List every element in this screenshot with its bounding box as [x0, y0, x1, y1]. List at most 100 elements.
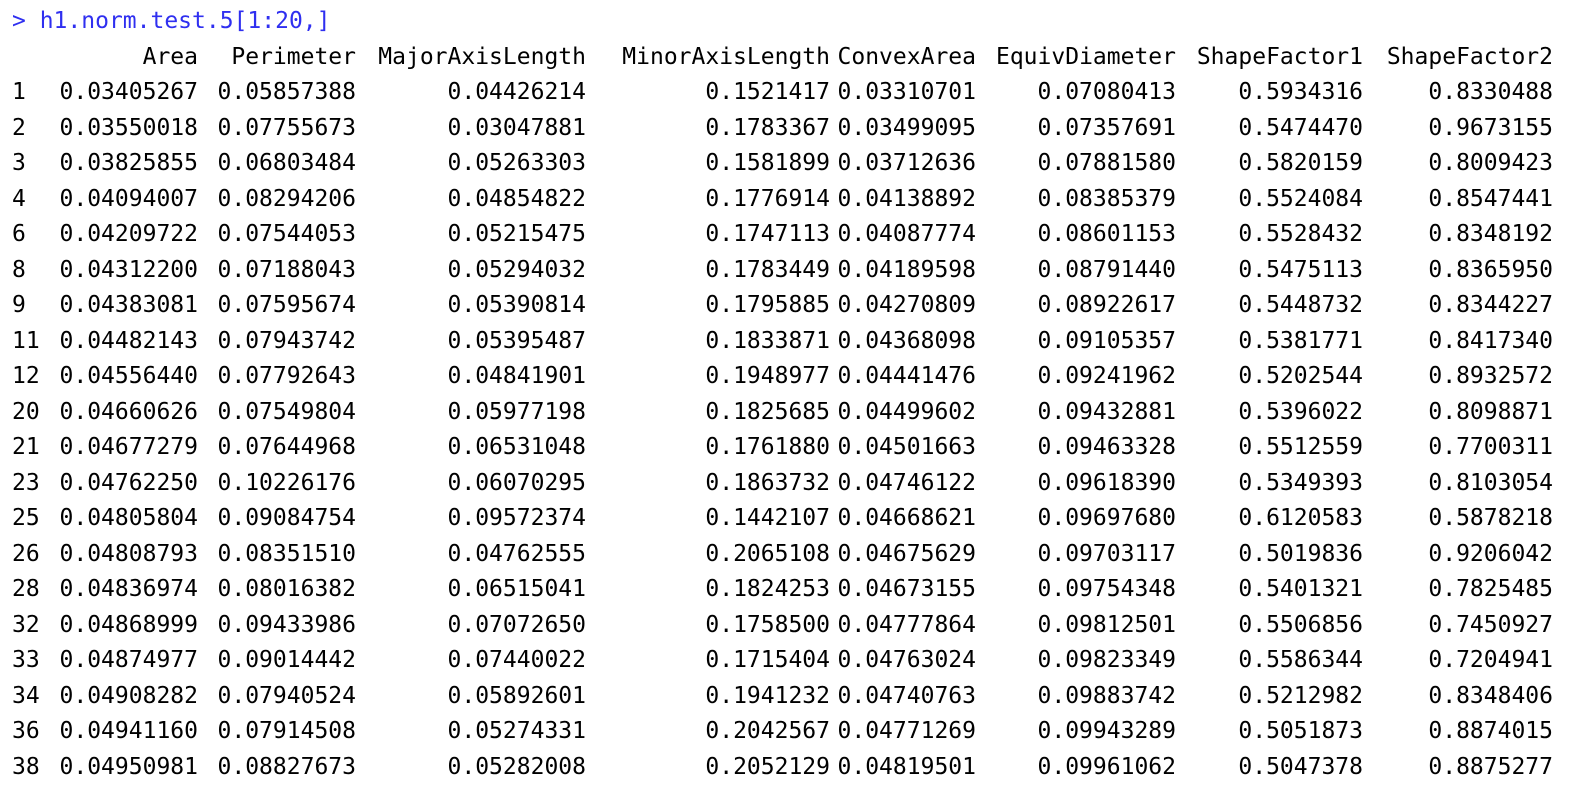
cell-majoraxislength: 0.05977198 — [356, 395, 586, 431]
row-name: 8 — [12, 253, 54, 289]
cell-majoraxislength: 0.06070295 — [356, 466, 586, 502]
cell-shapefactor1: 0.5202544 — [1176, 359, 1363, 395]
cell-area: 0.04677279 — [54, 430, 198, 466]
cell-shapefactor2: 0.8330488 — [1363, 75, 1553, 111]
row-name: 11 — [12, 324, 54, 360]
cell-area: 0.04874977 — [54, 643, 198, 679]
row-name: 3 — [12, 146, 54, 182]
command-line: > h1.norm.test.5[1:20,] — [12, 4, 1573, 40]
table-row: 250.048058040.090847540.095723740.144210… — [12, 501, 1573, 537]
table-body: 10.034052670.058573880.044262140.1521417… — [12, 75, 1573, 785]
cell-shapefactor1: 0.5475113 — [1176, 253, 1363, 289]
cell-minoraxislength: 0.1825685 — [586, 395, 830, 431]
cell-convexarea: 0.04189598 — [830, 253, 976, 289]
cell-area: 0.04094007 — [54, 182, 198, 218]
row-name: 33 — [12, 643, 54, 679]
cell-perimeter: 0.08827673 — [198, 750, 356, 785]
cell-minoraxislength: 0.1863732 — [586, 466, 830, 502]
cell-shapefactor2: 0.8348192 — [1363, 217, 1553, 253]
cell-shapefactor1: 0.5934316 — [1176, 75, 1363, 111]
cell-majoraxislength: 0.05274331 — [356, 714, 586, 750]
cell-shapefactor1: 0.5506856 — [1176, 608, 1363, 644]
table-row: 200.046606260.075498040.059771980.182568… — [12, 395, 1573, 431]
cell-minoraxislength: 0.1783449 — [586, 253, 830, 289]
column-header-equivdiameter: EquivDiameter — [976, 40, 1176, 76]
cell-shapefactor2: 0.8348406 — [1363, 679, 1553, 715]
cell-majoraxislength: 0.05390814 — [356, 288, 586, 324]
cell-area: 0.03550018 — [54, 111, 198, 147]
cell-majoraxislength: 0.05294032 — [356, 253, 586, 289]
table-row: 260.048087930.083515100.047625550.206510… — [12, 537, 1573, 573]
cell-equivdiameter: 0.09697680 — [976, 501, 1176, 537]
row-name: 38 — [12, 750, 54, 785]
cell-shapefactor2: 0.9673155 — [1363, 111, 1553, 147]
column-header-majoraxislength: MajorAxisLength — [356, 40, 586, 76]
cell-equivdiameter: 0.09463328 — [976, 430, 1176, 466]
cell-majoraxislength: 0.05892601 — [356, 679, 586, 715]
cell-majoraxislength: 0.04841901 — [356, 359, 586, 395]
cell-convexarea: 0.04368098 — [830, 324, 976, 360]
cell-majoraxislength: 0.05282008 — [356, 750, 586, 785]
cell-perimeter: 0.07940524 — [198, 679, 356, 715]
cell-shapefactor2: 0.7825485 — [1363, 572, 1553, 608]
cell-shapefactor2: 0.8547441 — [1363, 182, 1553, 218]
cell-perimeter: 0.07943742 — [198, 324, 356, 360]
table-row: 60.042097220.075440530.052154750.1747113… — [12, 217, 1573, 253]
row-name: 28 — [12, 572, 54, 608]
table-row: 30.038258550.068034840.052633030.1581899… — [12, 146, 1573, 182]
row-name: 20 — [12, 395, 54, 431]
cell-perimeter: 0.09433986 — [198, 608, 356, 644]
cell-perimeter: 0.09014442 — [198, 643, 356, 679]
cell-convexarea: 0.04087774 — [830, 217, 976, 253]
table-row: 360.049411600.079145080.052743310.204256… — [12, 714, 1573, 750]
cell-shapefactor2: 0.5878218 — [1363, 501, 1553, 537]
cell-minoraxislength: 0.1581899 — [586, 146, 830, 182]
cell-equivdiameter: 0.09703117 — [976, 537, 1176, 573]
cell-convexarea: 0.04771269 — [830, 714, 976, 750]
cell-majoraxislength: 0.07440022 — [356, 643, 586, 679]
table-row: 80.043122000.071880430.052940320.1783449… — [12, 253, 1573, 289]
cell-shapefactor1: 0.5512559 — [1176, 430, 1363, 466]
cell-shapefactor1: 0.5820159 — [1176, 146, 1363, 182]
cell-area: 0.04805804 — [54, 501, 198, 537]
cell-perimeter: 0.07792643 — [198, 359, 356, 395]
cell-perimeter: 0.08294206 — [198, 182, 356, 218]
cell-shapefactor1: 0.5524084 — [1176, 182, 1363, 218]
cell-shapefactor1: 0.6120583 — [1176, 501, 1363, 537]
cell-convexarea: 0.03310701 — [830, 75, 976, 111]
cell-shapefactor2: 0.8009423 — [1363, 146, 1553, 182]
cell-convexarea: 0.04138892 — [830, 182, 976, 218]
table-row: 340.049082820.079405240.058926010.194123… — [12, 679, 1573, 715]
column-header-shapefactor2: ShapeFactor2 — [1363, 40, 1553, 76]
cell-equivdiameter: 0.09961062 — [976, 750, 1176, 785]
cell-minoraxislength: 0.1776914 — [586, 182, 830, 218]
cell-shapefactor2: 0.8098871 — [1363, 395, 1553, 431]
cell-equivdiameter: 0.08922617 — [976, 288, 1176, 324]
cell-equivdiameter: 0.07080413 — [976, 75, 1176, 111]
cell-shapefactor1: 0.5019836 — [1176, 537, 1363, 573]
cell-equivdiameter: 0.09432881 — [976, 395, 1176, 431]
cell-shapefactor1: 0.5381771 — [1176, 324, 1363, 360]
cell-convexarea: 0.04746122 — [830, 466, 976, 502]
cell-area: 0.04383081 — [54, 288, 198, 324]
cell-shapefactor2: 0.8344227 — [1363, 288, 1553, 324]
cell-majoraxislength: 0.05215475 — [356, 217, 586, 253]
cell-majoraxislength: 0.05395487 — [356, 324, 586, 360]
cell-shapefactor1: 0.5047378 — [1176, 750, 1363, 785]
cell-equivdiameter: 0.07881580 — [976, 146, 1176, 182]
cell-convexarea: 0.03712636 — [830, 146, 976, 182]
cell-majoraxislength: 0.06531048 — [356, 430, 586, 466]
table-row: 90.043830810.075956740.053908140.1795885… — [12, 288, 1573, 324]
cell-convexarea: 0.04673155 — [830, 572, 976, 608]
row-name: 1 — [12, 75, 54, 111]
cell-minoraxislength: 0.1715404 — [586, 643, 830, 679]
cell-shapefactor2: 0.8875277 — [1363, 750, 1553, 785]
column-header-minoraxislength: MinorAxisLength — [586, 40, 830, 76]
cell-perimeter: 0.07188043 — [198, 253, 356, 289]
cell-area: 0.04836974 — [54, 572, 198, 608]
cell-convexarea: 0.04668621 — [830, 501, 976, 537]
cell-area: 0.03825855 — [54, 146, 198, 182]
cell-area: 0.04950981 — [54, 750, 198, 785]
cell-area: 0.04209722 — [54, 217, 198, 253]
cell-majoraxislength: 0.05263303 — [356, 146, 586, 182]
